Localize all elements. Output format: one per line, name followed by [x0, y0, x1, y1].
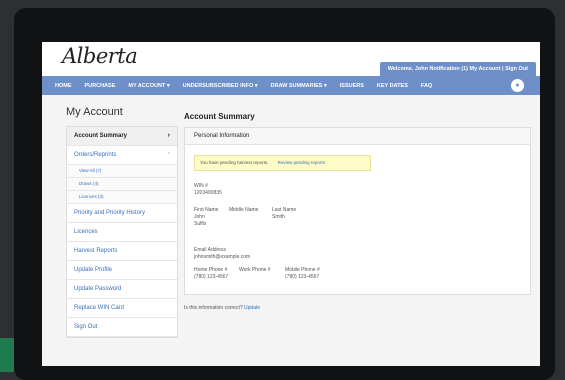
nav-undersubscribed-info[interactable]: UNDERSUBSCRIBED INFO ▾	[183, 83, 258, 89]
email-label: Email Address	[194, 247, 226, 253]
email-value: johnsmith@example.com	[194, 254, 251, 260]
nav-faq[interactable]: FAQ	[421, 83, 432, 89]
sidebar-item-view-all[interactable]: View All (7)	[67, 165, 177, 178]
nav-issuers[interactable]: ISSUERS	[340, 83, 364, 89]
sidebar-item-account-summary[interactable]: Account Summary ›	[67, 127, 177, 146]
card-header: Personal Information	[185, 128, 530, 145]
sidebar-item-update-password[interactable]: Update Password	[67, 280, 177, 299]
middle-name-label: Middle Name	[229, 207, 259, 213]
sidebar-title: My Account	[66, 106, 123, 118]
nav-draw-summaries[interactable]: DRAW SUMMARIES ▾	[271, 83, 327, 89]
sidebar-item-sign-out[interactable]: Sign Out	[67, 318, 177, 337]
screen: Alberta Welcome, John Notification (1) M…	[42, 42, 540, 366]
update-link[interactable]: Update	[244, 305, 260, 311]
account-sidebar: My Account Account Summary › Orders/Repr…	[66, 106, 178, 338]
home-phone-value: (780) 123-4567	[194, 274, 229, 280]
first-name-value: John	[194, 214, 205, 220]
confirm-question: Is this information correct?	[184, 305, 243, 311]
notice-text: You have pending harvest reports.	[200, 160, 269, 165]
mobile-phone-value: (780) 123-4567	[285, 274, 320, 280]
main-nav: HOME PURCHASE MY ACCOUNT ▾ UNDERSUBSCRIB…	[42, 76, 540, 95]
sidebar-item-orders-reprints[interactable]: Orders/Reprints ^	[67, 146, 177, 165]
pending-reports-notice: You have pending harvest reports. Review…	[194, 155, 371, 171]
alberta-logo[interactable]: Alberta	[62, 44, 138, 68]
mobile-phone-label: Mobile Phone #	[285, 267, 320, 273]
chevron-up-icon: ^	[167, 152, 170, 158]
nav-home[interactable]: HOME	[55, 83, 72, 89]
suffix-label: Suffix	[194, 221, 207, 227]
sidebar-list: Account Summary › Orders/Reprints ^ View…	[66, 126, 178, 338]
sidebar-item-priority-history[interactable]: Priority and Priority History	[67, 204, 177, 223]
win-value: 1203400835	[194, 190, 222, 196]
sidebar-item-label: Orders/Reprints	[74, 152, 117, 158]
nav-purchase[interactable]: PURCHASE	[85, 83, 116, 89]
sidebar-item-harvest-reports[interactable]: Harvest Reports	[67, 242, 177, 261]
work-phone-label: Work Phone #	[239, 267, 271, 273]
sidebar-item-replace-win-card[interactable]: Replace WIN Card	[67, 299, 177, 318]
user-bar[interactable]: Welcome, John Notification (1) My Accoun…	[379, 62, 536, 76]
chevron-right-icon: ›	[167, 132, 170, 139]
sidebar-item-licences[interactable]: Licences	[67, 223, 177, 242]
personal-info-card: Personal Information You have pending ha…	[184, 127, 531, 295]
cart-icon[interactable]: ●	[511, 79, 524, 92]
sidebar-item-draws[interactable]: Draws (4)	[67, 178, 177, 191]
first-name-label: First Name	[194, 207, 219, 213]
page-title: Account Summary	[184, 112, 255, 121]
last-name-value: Smith	[272, 214, 285, 220]
sidebar-item-update-profile[interactable]: Update Profile	[67, 261, 177, 280]
sidebar-item-label: Account Summary	[74, 133, 128, 139]
nav-key-dates[interactable]: KEY DATES	[377, 83, 408, 89]
sidebar-item-licences-sub[interactable]: Licences (3)	[67, 191, 177, 204]
site-header: Alberta Welcome, John Notification (1) M…	[42, 42, 540, 77]
nav-my-account[interactable]: MY ACCOUNT ▾	[128, 83, 169, 89]
win-label: WIN #	[194, 183, 208, 189]
confirm-info-row: Is this information correct? Update	[184, 305, 260, 311]
background-strip	[0, 338, 14, 372]
review-pending-reports-link[interactable]: Review pending reports	[278, 160, 325, 165]
home-phone-label: Home Phone #	[194, 267, 228, 273]
last-name-label: Last Name	[272, 207, 297, 213]
